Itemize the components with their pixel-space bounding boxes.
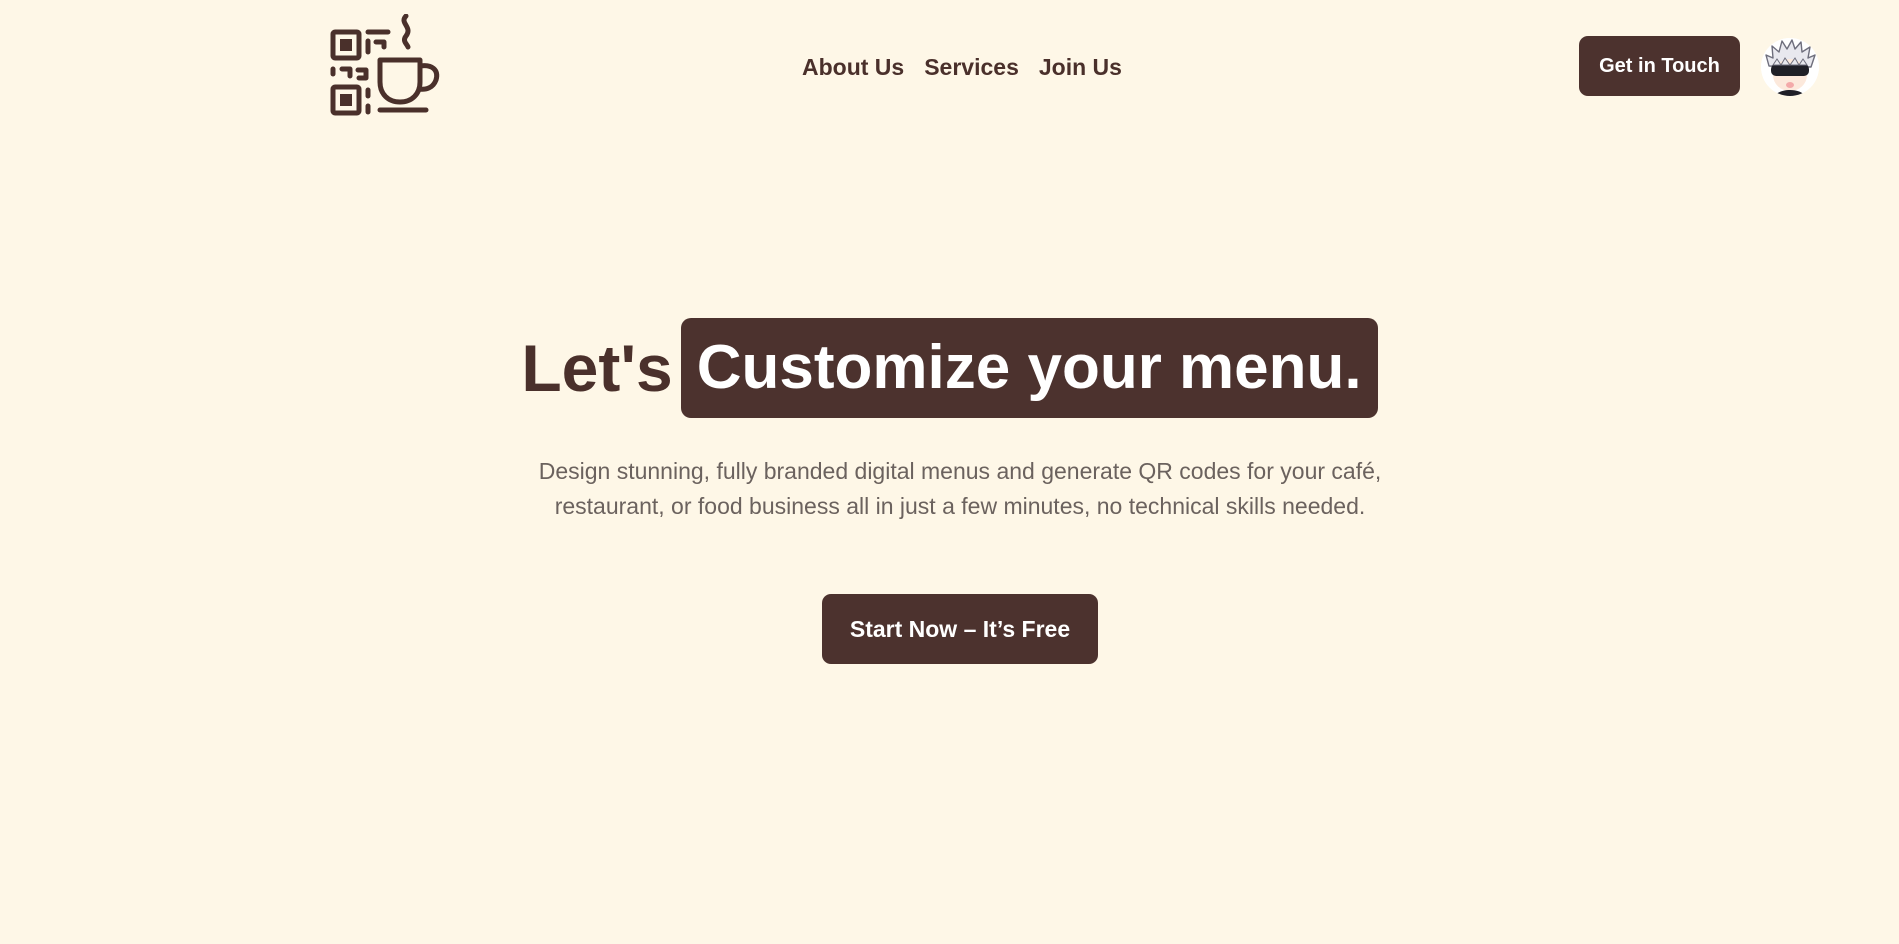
qr-code-coffee-cup-icon[interactable] xyxy=(328,14,444,118)
nav-link-about-us[interactable]: About Us xyxy=(802,52,904,82)
user-avatar-icon xyxy=(1761,38,1819,96)
hero-title-plain: Let's xyxy=(521,331,673,405)
hero-subtitle: Design stunning, fully branded digital m… xyxy=(538,458,1382,519)
hero-title-highlight: Customize your menu. xyxy=(680,318,1378,418)
nav-link-services[interactable]: Services xyxy=(924,52,1019,82)
start-now-button[interactable]: Start Now – It’s Free xyxy=(822,594,1098,664)
nav-link-join-us[interactable]: Join Us xyxy=(1039,52,1122,82)
landing-page: About Us Services Join Us Get in Touch L… xyxy=(0,0,1899,944)
main-nav: About Us Services Join Us xyxy=(802,52,1122,82)
user-avatar[interactable] xyxy=(1761,38,1819,96)
get-in-touch-button[interactable]: Get in Touch xyxy=(1579,36,1740,96)
hero-title: Let's Customize your menu. xyxy=(0,318,1899,418)
